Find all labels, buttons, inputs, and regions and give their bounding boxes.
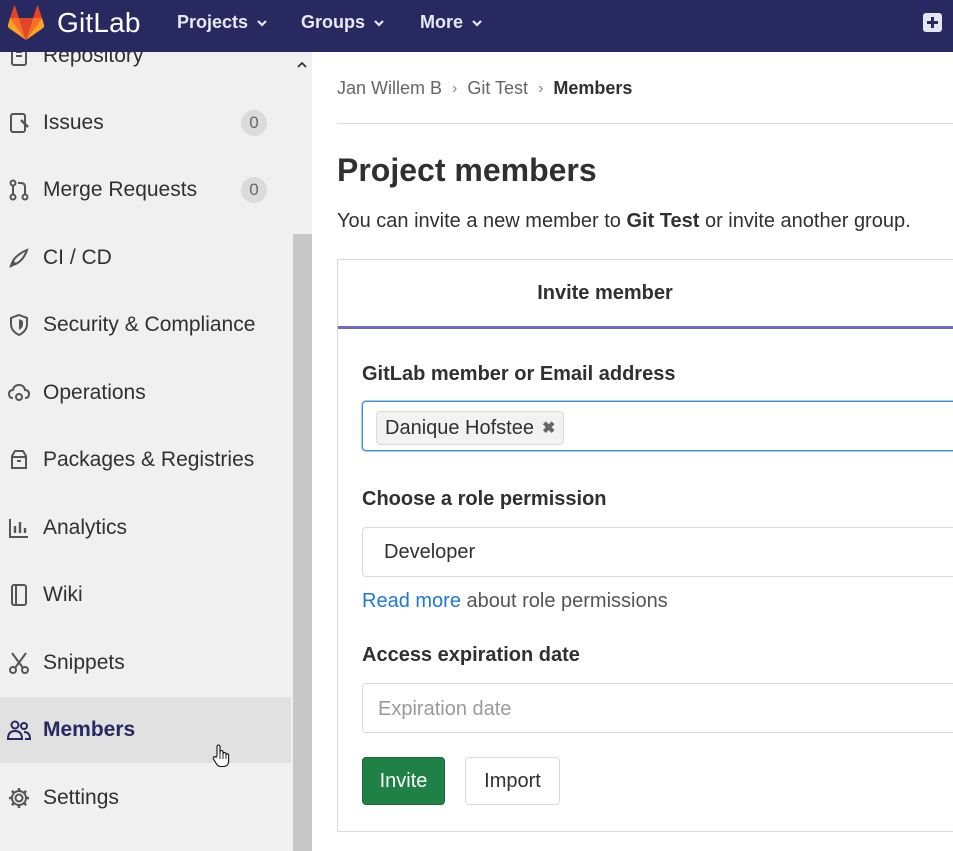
sidebar-item-label: Members (43, 718, 136, 741)
sidebar-item-repository[interactable]: Repository (0, 52, 291, 89)
intro-project-name: Git Test (626, 210, 700, 232)
chevron-down-icon (472, 19, 482, 27)
merge-requests-count-badge: 0 (241, 177, 267, 203)
doc-icon (7, 52, 31, 68)
role-select[interactable]: Developer (362, 527, 953, 577)
member-token-label: Danique Hofstee (385, 416, 534, 439)
nav-groups[interactable]: Groups (301, 12, 385, 33)
project-sidebar: Repository Issues 0 Merge Requests 0 CI … (0, 52, 312, 851)
issues-icon (7, 111, 31, 135)
issues-count-badge: 0 (241, 110, 267, 136)
chart-icon (7, 516, 31, 540)
nav-more[interactable]: More (420, 12, 483, 33)
rocket-icon (7, 246, 31, 270)
page-title: Project members (337, 152, 597, 188)
merge-request-icon (7, 178, 31, 202)
hand-cursor-icon (212, 744, 230, 768)
sidebar-item-label: Snippets (43, 651, 125, 674)
intro-prefix: You can invite a new member to (337, 210, 627, 232)
plus-square-icon[interactable] (923, 13, 942, 32)
sidebar-item-issues[interactable]: Issues 0 (0, 90, 291, 156)
chevron-down-icon (257, 19, 267, 27)
sidebar-item-wiki[interactable]: Wiki (0, 562, 291, 628)
shield-icon (7, 313, 31, 337)
brand-name[interactable]: GitLab (57, 7, 141, 39)
chevron-right-icon: › (538, 79, 544, 97)
expiration-date-placeholder: Expiration date (378, 698, 512, 720)
remove-token-icon[interactable]: ✖ (542, 418, 555, 438)
breadcrumb: Jan Willem B › Git Test › Members (337, 78, 632, 99)
sidebar-item-label: Merge Requests (43, 178, 198, 201)
sidebar-item-label: Operations (43, 381, 146, 404)
scissors-icon (7, 651, 31, 675)
nav-more-label: More (420, 12, 464, 32)
invite-member-card: Invite member GitLab member or Email add… (337, 259, 953, 832)
breadcrumb-current[interactable]: Members (553, 78, 632, 99)
role-help-suffix: about role permissions (460, 590, 668, 612)
sidebar-item-label: Settings (43, 786, 119, 809)
divider (337, 123, 953, 124)
tab-invite-member[interactable]: Invite member (338, 260, 953, 329)
sidebar-item-ci-cd[interactable]: CI / CD (0, 225, 291, 291)
gear-icon (7, 786, 31, 810)
expiration-date-input[interactable]: Expiration date (362, 683, 953, 733)
cloud-gear-icon (7, 381, 31, 405)
import-button[interactable]: Import (465, 757, 560, 805)
role-select-value: Developer (384, 541, 476, 563)
nav-projects[interactable]: Projects (177, 12, 268, 33)
role-help-text: Read more about role permissions (362, 590, 668, 613)
sidebar-item-analytics[interactable]: Analytics (0, 495, 291, 561)
sidebar-scrollbar-thumb[interactable] (293, 234, 312, 851)
users-icon (7, 718, 31, 742)
role-field-label: Choose a role permission (362, 488, 607, 510)
scroll-up-arrow-icon[interactable] (293, 54, 310, 76)
sidebar-item-snippets[interactable]: Snippets (0, 630, 291, 696)
sidebar-item-merge-requests[interactable]: Merge Requests 0 (0, 157, 291, 223)
sidebar-item-label: Security & Compliance (43, 313, 256, 336)
member-field-label: GitLab member or Email address (362, 363, 676, 385)
intro-suffix: or invite another group. (699, 210, 911, 232)
breadcrumb-project-link[interactable]: Git Test (467, 78, 528, 99)
expiration-field-label: Access expiration date (362, 644, 580, 666)
sidebar-item-label: Analytics (43, 516, 128, 539)
chevron-down-icon (374, 19, 384, 27)
chevron-right-icon: › (452, 79, 458, 97)
sidebar-item-label: Issues (43, 111, 104, 134)
member-token: Danique Hofstee ✖ (376, 411, 565, 445)
gitlab-logo-icon[interactable] (7, 5, 45, 41)
sidebar-item-label: Repository (43, 52, 144, 67)
package-icon (7, 448, 31, 472)
sidebar-item-security-compliance[interactable]: Security & Compliance (0, 292, 291, 358)
breadcrumb-group-link[interactable]: Jan Willem B (337, 78, 442, 99)
top-navbar: GitLab Projects Groups More (0, 0, 953, 52)
book-icon (7, 583, 31, 607)
sidebar-item-label: Packages & Registries (43, 448, 255, 471)
read-more-link[interactable]: Read more (362, 590, 461, 612)
nav-groups-label: Groups (301, 12, 366, 32)
member-search-input[interactable]: Danique Hofstee ✖ (362, 401, 953, 451)
sidebar-item-packages-registries[interactable]: Packages & Registries (0, 427, 291, 493)
nav-projects-label: Projects (177, 12, 249, 32)
invite-button[interactable]: Invite (362, 757, 445, 805)
main-content: Jan Willem B › Git Test › Members Projec… (312, 52, 953, 851)
sidebar-item-settings[interactable]: Settings (0, 765, 291, 831)
sidebar-item-members[interactable]: Members (0, 697, 291, 763)
sidebar-item-label: Wiki (43, 583, 83, 606)
intro-text: You can invite a new member to Git Test … (337, 210, 911, 233)
sidebar-item-operations[interactable]: Operations (0, 360, 291, 426)
sidebar-item-label: CI / CD (43, 246, 112, 269)
